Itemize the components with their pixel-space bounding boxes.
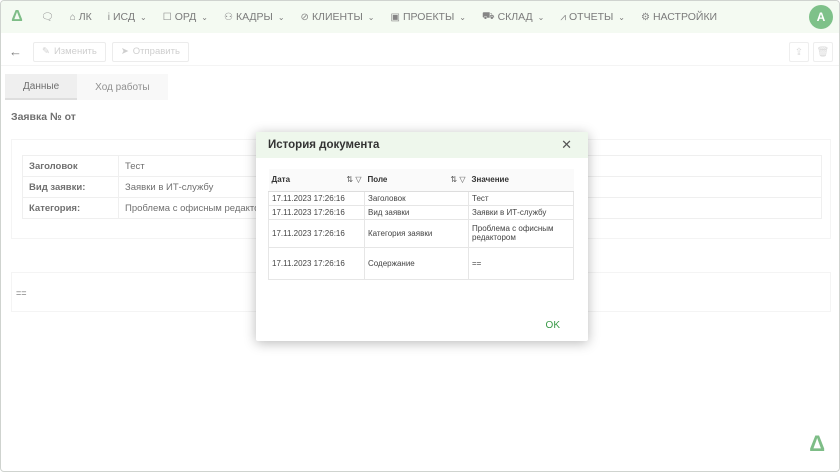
column-label: Значение [471, 175, 509, 185]
table-row: 17.11.2023 17:26:16 Заголовок Тест [268, 190, 574, 206]
table-row: 17.11.2023 17:26:16 Категория заявки Пробл… [268, 218, 574, 248]
column-label: Поле [367, 175, 388, 185]
cell-field: Категория заявки [364, 218, 469, 248]
cell-date: 17.11.2023 17:26:16 [268, 190, 365, 206]
cell-value: Заявки в ИТ-службу [468, 204, 574, 220]
history-dialog: История документа ✕ Дата ⇅ ▽ Поле ⇅ ▽ Знач… [256, 132, 588, 341]
close-icon[interactable]: ✕ [561, 137, 572, 153]
cell-value: Тест [468, 190, 574, 206]
app-window: Δ 🗨 ⌂ ЛК i ИСД ⌄ ☐ ОРД ⌄ ⚇ КАДРЫ ⌄ ⊘ КЛИЕНТЫ ⌄ ▣ П… [0, 0, 840, 472]
table-row: 17.11.2023 17:26:16 Содержание == [268, 246, 574, 280]
cell-field: Вид заявки [364, 204, 469, 220]
cell-date: 17.11.2023 17:26:16 [268, 218, 365, 248]
ok-button[interactable]: OK [546, 320, 560, 331]
cell-field: Содержание [364, 246, 469, 280]
filter-icon[interactable]: ⇅ ▽ [346, 175, 361, 184]
cell-date: 17.11.2023 17:26:16 [268, 246, 365, 280]
cell-field: Заголовок [364, 190, 469, 206]
dialog-title: История документа [268, 139, 380, 151]
dialog-header: История документа ✕ [256, 132, 588, 158]
table-row: 17.11.2023 17:26:16 Вид заявки Заявки в ИТ… [268, 204, 574, 220]
column-header-field[interactable]: Поле ⇅ ▽ [364, 169, 469, 192]
cell-date: 17.11.2023 17:26:16 [268, 204, 365, 220]
cell-value: == [468, 246, 574, 280]
history-table: Дата ⇅ ▽ Поле ⇅ ▽ Значение 17.11.2023 17:2… [268, 169, 574, 280]
filter-icon[interactable]: ⇅ ▽ [450, 175, 465, 184]
column-label: Дата [271, 175, 291, 185]
column-header-value[interactable]: Значение [468, 169, 574, 192]
column-header-date[interactable]: Дата ⇅ ▽ [268, 169, 365, 192]
cell-value: Проблема с офисным редактором [468, 218, 574, 248]
table-header-row: Дата ⇅ ▽ Поле ⇅ ▽ Значение [268, 169, 574, 192]
